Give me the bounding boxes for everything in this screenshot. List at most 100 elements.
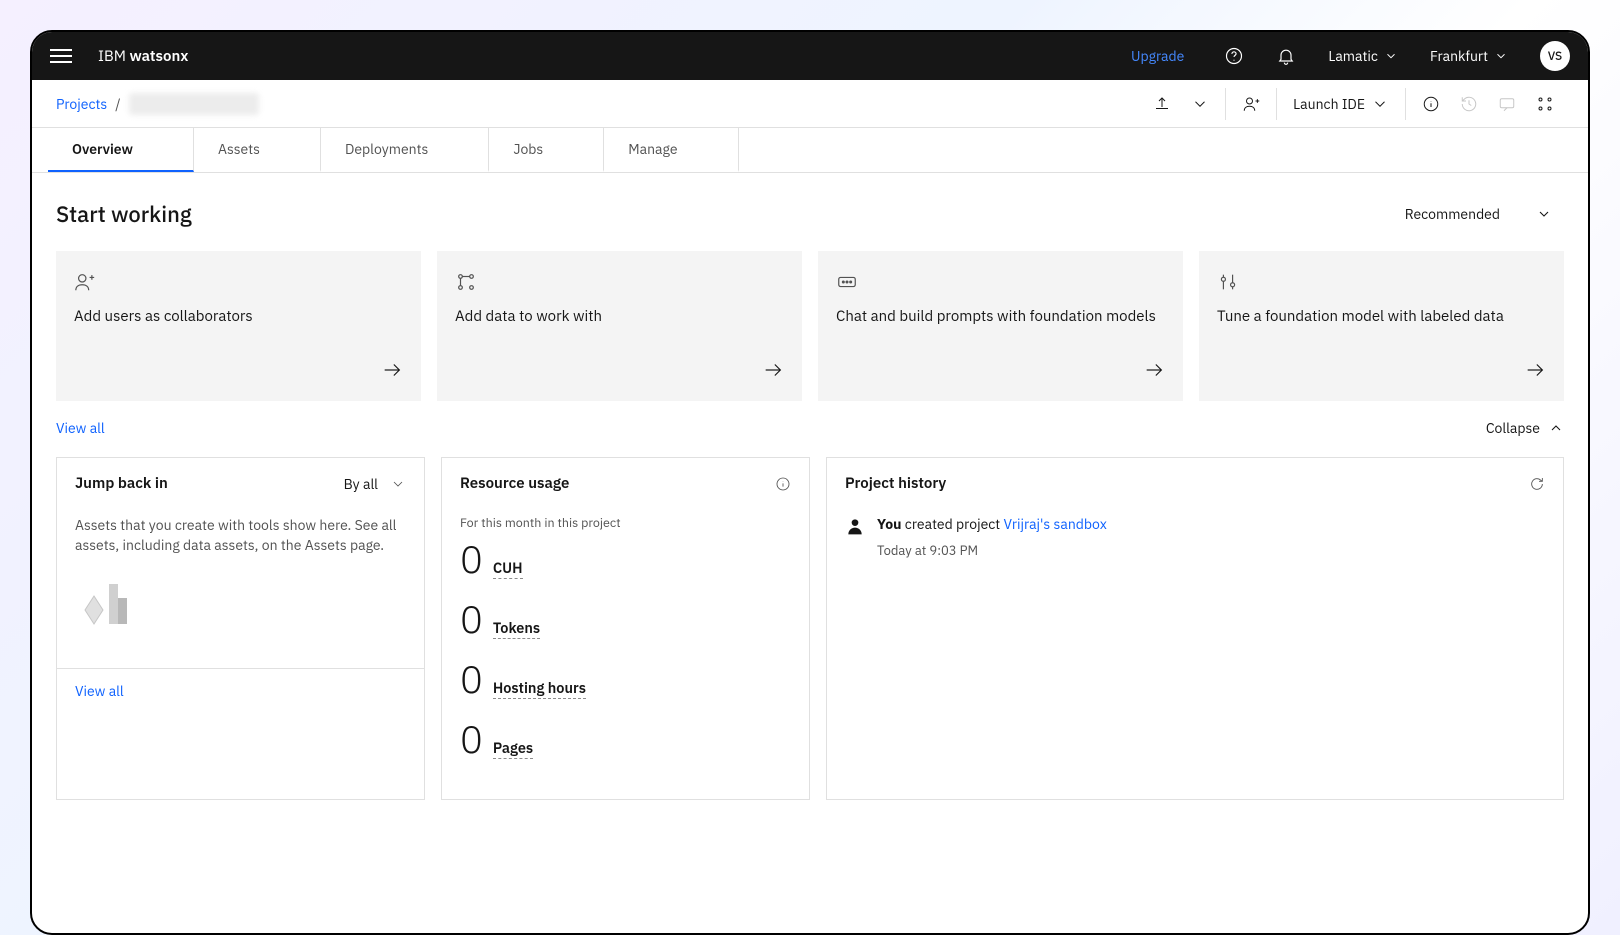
history-item: You created project Vrijraj's sandbox	[845, 515, 1545, 536]
chevron-up-icon	[1548, 420, 1564, 436]
settings-button[interactable]	[1526, 87, 1564, 121]
breadcrumb: Projects /	[56, 93, 259, 115]
add-collaborator-button[interactable]	[1232, 87, 1270, 121]
brand-name: watsonx	[130, 47, 189, 66]
org-dropdown[interactable]: Lamatic	[1328, 47, 1398, 65]
sort-dropdown[interactable]: Recommended	[1393, 197, 1564, 231]
help-icon[interactable]	[1224, 46, 1244, 66]
chevron-down-icon	[1371, 95, 1389, 113]
collapse-label: Collapse	[1486, 419, 1540, 437]
tabs: Overview Assets Deployments Jobs Manage	[32, 128, 1588, 173]
metric-label: CUH	[493, 558, 523, 579]
metric-label: Pages	[493, 738, 533, 759]
org-label: Lamatic	[1328, 47, 1378, 65]
metric-cuh: 0 CUH	[460, 541, 791, 579]
jump-view-all-link[interactable]: View all	[75, 682, 124, 700]
history-text: You created project Vrijraj's sandbox	[877, 515, 1107, 536]
cards-footer: View all Collapse	[56, 419, 1564, 437]
metric-label: Hosting hours	[493, 678, 586, 699]
app-window: IBM watsonx Upgrade Lamatic Frankfurt VS…	[30, 30, 1590, 935]
refresh-icon[interactable]	[1529, 476, 1545, 492]
view-all-link[interactable]: View all	[56, 419, 105, 437]
metric-value: 0	[460, 661, 483, 699]
metric-hosting: 0 Hosting hours	[460, 661, 791, 699]
card-tune-model[interactable]: Tune a foundation model with labeled dat…	[1199, 251, 1564, 401]
start-working-title: Start working	[56, 200, 192, 229]
usage-caption: For this month in this project	[460, 515, 791, 531]
jump-filter-label: By all	[344, 475, 378, 493]
panels: Jump back in By all Assets that you crea…	[56, 457, 1564, 800]
info-button[interactable]	[1412, 87, 1450, 121]
metric-tokens: 0 Tokens	[460, 601, 791, 639]
sub-bar: Projects / Launch IDE	[32, 80, 1588, 128]
history-verb: created project	[902, 515, 1004, 533]
brand-prefix: IBM	[98, 47, 130, 66]
metric-value: 0	[460, 541, 483, 579]
jump-filter-dropdown[interactable]: By all	[344, 475, 406, 493]
panel-title: Resource usage	[460, 474, 569, 493]
brand-label: IBM watsonx	[98, 47, 188, 66]
metric-value: 0	[460, 721, 483, 759]
history-actor: You	[877, 515, 902, 533]
tune-icon	[1217, 271, 1239, 293]
history-target-link[interactable]: Vrijraj's sandbox	[1004, 515, 1107, 533]
card-title: Add users as collaborators	[74, 307, 403, 359]
region-label: Frankfurt	[1430, 47, 1488, 65]
arrow-right-icon	[1143, 359, 1165, 381]
add-user-icon	[1242, 95, 1260, 113]
grid-icon	[1536, 95, 1554, 113]
arrow-right-icon	[762, 359, 784, 381]
sort-label: Recommended	[1405, 205, 1500, 223]
tab-deployments[interactable]: Deployments	[321, 128, 489, 172]
tab-assets[interactable]: Assets	[194, 128, 321, 172]
history-button[interactable]	[1450, 87, 1488, 121]
start-working-header: Start working Recommended	[56, 197, 1564, 231]
arrow-right-icon	[381, 359, 403, 381]
launch-ide-label: Launch IDE	[1293, 95, 1365, 113]
tab-jobs[interactable]: Jobs	[489, 128, 604, 172]
breadcrumb-separator: /	[115, 95, 120, 113]
history-icon	[1460, 95, 1478, 113]
info-icon[interactable]	[775, 476, 791, 492]
notifications-icon[interactable]	[1276, 46, 1296, 66]
info-icon	[1422, 95, 1440, 113]
project-history-panel: Project history You created project Vrij…	[826, 457, 1564, 800]
avatar[interactable]: VS	[1540, 41, 1570, 71]
metric-value: 0	[460, 601, 483, 639]
metric-label: Tokens	[493, 618, 540, 639]
top-bar: IBM watsonx Upgrade Lamatic Frankfurt VS	[32, 32, 1588, 80]
add-user-icon	[74, 271, 96, 293]
collapse-button[interactable]: Collapse	[1486, 419, 1564, 437]
chevron-down-icon	[1494, 49, 1508, 63]
card-chat-prompts[interactable]: Chat and build prompts with foundation m…	[818, 251, 1183, 401]
history-timestamp: Today at 9:03 PM	[877, 542, 1545, 559]
chat-icon	[1498, 95, 1516, 113]
tab-overview[interactable]: Overview	[48, 128, 194, 172]
chevron-down-icon	[390, 476, 406, 492]
assets-illustration-icon	[79, 574, 139, 634]
metric-pages: 0 Pages	[460, 721, 791, 759]
arrow-right-icon	[1524, 359, 1546, 381]
region-dropdown[interactable]: Frankfurt	[1430, 47, 1508, 65]
chevron-down-icon	[1536, 206, 1552, 222]
export-dropdown[interactable]	[1181, 87, 1219, 121]
launch-ide-button[interactable]: Launch IDE	[1283, 87, 1399, 121]
chevron-down-icon	[1384, 49, 1398, 63]
chat-button[interactable]	[1488, 87, 1526, 121]
export-button[interactable]	[1143, 87, 1181, 121]
content: Start working Recommended Add users as c…	[32, 173, 1588, 931]
card-title: Add data to work with	[455, 307, 784, 359]
panel-title: Project history	[845, 474, 946, 493]
card-add-users[interactable]: Add users as collaborators	[56, 251, 421, 401]
card-title: Chat and build prompts with foundation m…	[836, 307, 1165, 359]
prompt-icon	[836, 271, 858, 293]
chevron-down-icon	[1191, 95, 1209, 113]
breadcrumb-root[interactable]: Projects	[56, 95, 107, 113]
menu-icon[interactable]	[50, 45, 72, 67]
tab-manage[interactable]: Manage	[604, 128, 738, 172]
data-icon	[455, 271, 477, 293]
jump-back-panel: Jump back in By all Assets that you crea…	[56, 457, 425, 800]
upgrade-link[interactable]: Upgrade	[1131, 47, 1184, 65]
card-add-data[interactable]: Add data to work with	[437, 251, 802, 401]
jump-description: Assets that you create with tools show h…	[75, 515, 406, 556]
